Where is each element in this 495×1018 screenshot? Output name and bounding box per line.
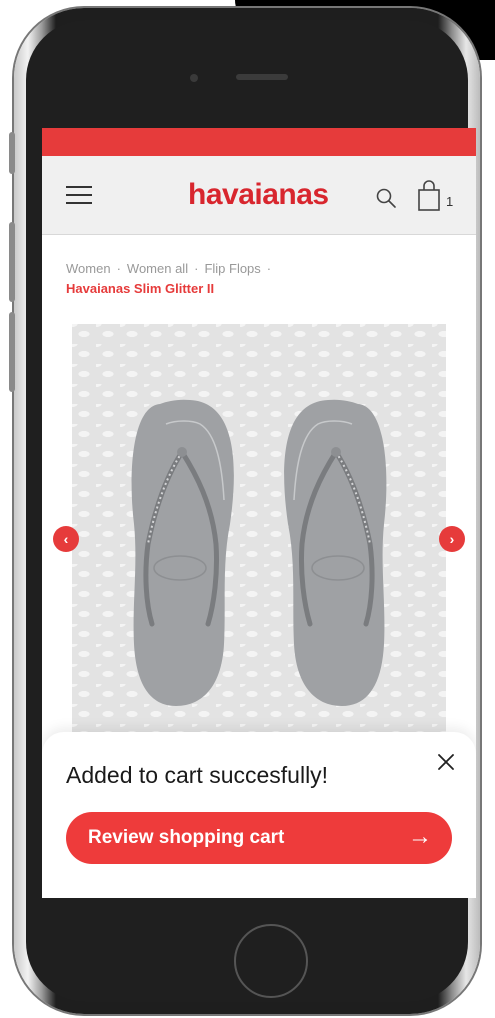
breadcrumb-item-flip-flops[interactable]: Flip Flops xyxy=(204,261,260,276)
breadcrumb-current: Havaianas Slim Glitter II xyxy=(66,281,215,296)
review-cart-label: Review shopping cart xyxy=(88,827,285,848)
breadcrumb-separator: · xyxy=(266,261,272,276)
hamburger-menu-icon[interactable] xyxy=(66,186,92,206)
volume-down-button xyxy=(9,312,15,392)
earpiece-speaker xyxy=(236,74,288,80)
breadcrumb-item-women-all[interactable]: Women all xyxy=(127,261,188,276)
volume-up-button xyxy=(9,222,15,302)
app-screen: havaianas 1 Women · Women all · Flip Flops · … xyxy=(42,128,476,898)
front-camera xyxy=(190,74,198,82)
breadcrumb-separator: · xyxy=(116,261,121,276)
close-icon[interactable] xyxy=(436,752,456,772)
cart-count-badge: 1 xyxy=(446,194,454,209)
product-image[interactable] xyxy=(72,324,446,744)
breadcrumb-item-women[interactable]: Women xyxy=(66,261,111,276)
review-cart-button[interactable]: Review shopping cart → xyxy=(66,812,452,864)
chevron-left-icon: ‹ xyxy=(63,531,69,547)
breadcrumb: Women · Women all · Flip Flops · Havaianas Sl… xyxy=(66,260,277,298)
chevron-right-icon: › xyxy=(449,531,455,547)
mute-switch xyxy=(9,132,15,174)
gallery-prev-button[interactable]: ‹ xyxy=(53,526,79,552)
promo-bar xyxy=(42,128,476,156)
shopping-bag-icon[interactable] xyxy=(416,180,442,212)
brand-logo[interactable]: havaianas xyxy=(188,178,329,212)
search-icon[interactable] xyxy=(374,186,398,210)
breadcrumb-separator: · xyxy=(194,261,199,276)
add-to-cart-toast: Added to cart succesfully! Review shoppi… xyxy=(42,732,476,898)
flip-flops-image xyxy=(131,399,387,706)
arrow-right-icon: → xyxy=(408,823,432,850)
gallery-next-button[interactable]: › xyxy=(439,526,465,552)
home-button[interactable] xyxy=(234,924,308,998)
toast-message: Added to cart succesfully! xyxy=(66,762,329,788)
site-header: havaianas 1 xyxy=(42,156,476,235)
